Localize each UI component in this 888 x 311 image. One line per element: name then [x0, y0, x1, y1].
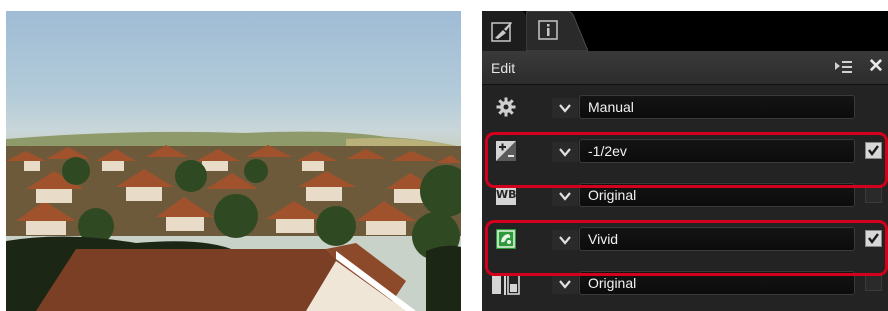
close-icon[interactable]: ✕ [868, 56, 888, 78]
list-item: Vivid [482, 217, 888, 261]
edit-tab[interactable] [482, 11, 526, 51]
edit-settings-list: Manual -1/2ev WB Original Vivid Original [482, 85, 888, 311]
chevron-down-icon[interactable] [552, 274, 578, 294]
preset-select[interactable]: Manual [579, 95, 855, 119]
picture-control-icon [496, 229, 516, 249]
chevron-down-icon[interactable] [552, 230, 578, 250]
panel-header: Edit ✕ [482, 51, 888, 85]
list-item: Manual [482, 85, 888, 129]
chevron-down-icon[interactable] [552, 98, 578, 118]
active-d-lighting-checkbox[interactable] [865, 274, 882, 291]
white-balance-icon: WB [496, 185, 517, 205]
select-value: Manual [588, 99, 634, 115]
select-value: Original [588, 187, 637, 203]
white-balance-select[interactable]: Original [579, 183, 855, 207]
white-balance-checkbox[interactable] [865, 186, 882, 203]
active-d-lighting-icon [492, 273, 520, 295]
select-value: Original [588, 275, 637, 291]
list-item: WB Original [482, 173, 888, 217]
picture-control-checkbox[interactable] [865, 230, 882, 247]
exposure-compensation-select[interactable]: -1/2ev [579, 139, 855, 163]
select-value: -1/2ev [588, 143, 627, 159]
gear-icon [496, 97, 516, 117]
panel-menu-icon[interactable] [835, 60, 853, 76]
active-d-lighting-select[interactable]: Original [579, 271, 855, 295]
select-value: Vivid [588, 231, 619, 247]
list-item: Original [482, 261, 888, 305]
chevron-down-icon[interactable] [552, 186, 578, 206]
exposure-compensation-icon [496, 141, 516, 161]
panel-tab-bar [482, 11, 888, 51]
edit-brush-icon [491, 20, 513, 47]
exposure-compensation-checkbox[interactable] [865, 142, 882, 159]
picture-control-select[interactable]: Vivid [579, 227, 855, 251]
list-item: -1/2ev [482, 129, 888, 173]
edit-panel: Edit ✕ Manual -1/2ev WB Original Vivid O… [482, 11, 888, 311]
panel-title: Edit [491, 60, 516, 76]
chevron-down-icon[interactable] [552, 142, 578, 162]
info-tab[interactable] [526, 11, 588, 51]
preview-photo [6, 11, 461, 311]
